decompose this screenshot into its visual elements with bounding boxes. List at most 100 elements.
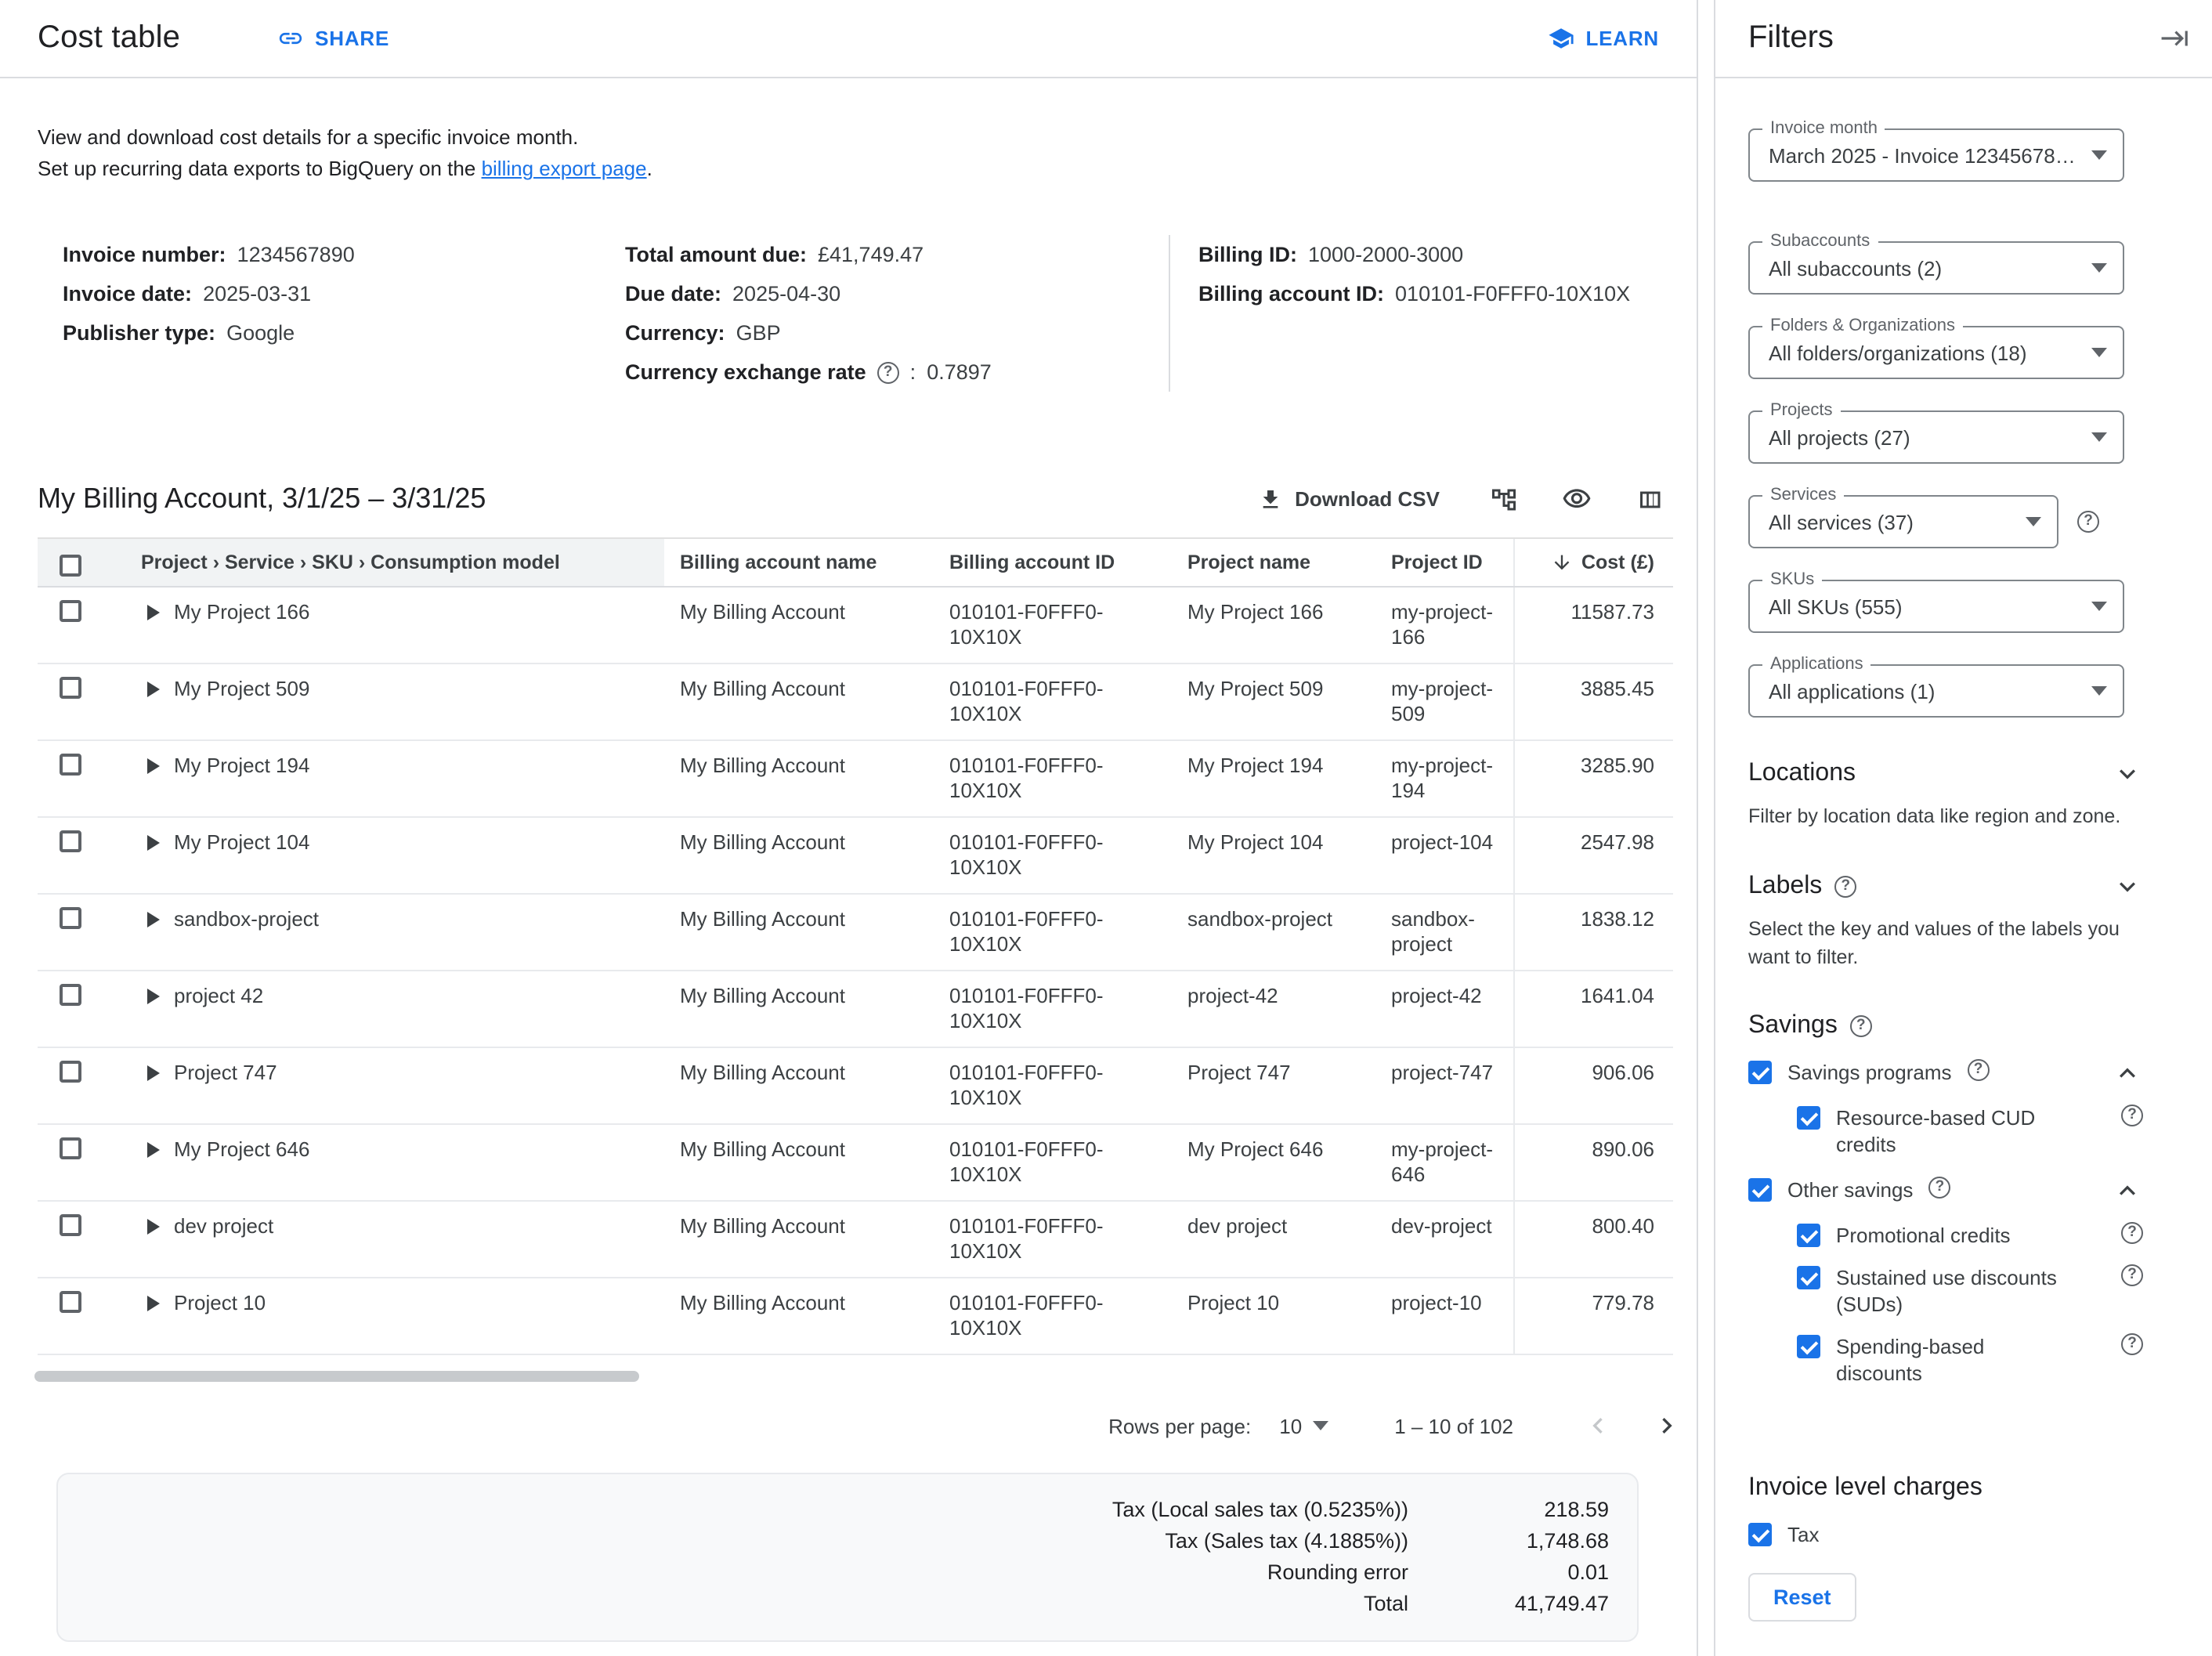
folders-organizations-dropdown[interactable]: Folders & Organizations All folders/orga… (1748, 326, 2124, 379)
promotional-credits-checkbox[interactable] (1797, 1224, 1820, 1247)
sustained-use-discounts-checkbox[interactable] (1797, 1266, 1820, 1289)
services-dropdown[interactable]: Services All services (37) (1748, 495, 2058, 548)
dropdown-arrow-icon (2091, 150, 2107, 160)
other-savings-row: Other savings (1748, 1177, 2143, 1206)
cell-billing-account-name: My Billing Account (664, 663, 934, 740)
total-row-label: Tax (Local sales tax (0.5235%)) (1112, 1495, 1408, 1526)
chart-icon[interactable] (1490, 485, 1518, 513)
share-button[interactable]: SHARE (277, 25, 389, 52)
row-checkbox[interactable] (60, 677, 81, 699)
row-group-name[interactable]: dev project (174, 1214, 273, 1239)
expand-row-icon[interactable] (147, 1296, 160, 1311)
reset-button[interactable]: Reset (1748, 1573, 1856, 1622)
columns-icon[interactable] (1636, 485, 1664, 513)
invoice-summary-col1: Invoice number:1234567890 Invoice date:2… (63, 235, 625, 392)
learn-button[interactable]: LEARN (1548, 25, 1659, 52)
expand-row-icon[interactable] (147, 758, 160, 774)
expand-row-icon[interactable] (147, 1065, 160, 1081)
rows-per-page-select[interactable]: 10 (1279, 1414, 1328, 1437)
row-group-name[interactable]: My Project 104 (174, 830, 309, 855)
labels-section-header[interactable]: Labels (1748, 871, 2143, 902)
help-icon[interactable] (2121, 1333, 2143, 1355)
row-checkbox[interactable] (60, 600, 81, 622)
help-icon[interactable] (877, 361, 899, 383)
row-checkbox[interactable] (60, 984, 81, 1006)
row-checkbox[interactable] (60, 830, 81, 852)
main-column: Cost table SHARE LEARN View and download… (0, 0, 1698, 1656)
page-title: Cost table (38, 20, 180, 56)
cell-project-name: sandbox-project (1172, 894, 1375, 971)
help-icon[interactable] (2121, 1105, 2143, 1126)
download-csv-button[interactable]: Download CSV (1257, 486, 1440, 512)
col-cost[interactable]: Cost (£) (1513, 538, 1673, 587)
help-icon[interactable] (2121, 1222, 2143, 1244)
collapse-panel-icon[interactable] (2160, 24, 2190, 53)
invoice-summary-col2: Total amount due:£41,749.47 Due date:202… (625, 235, 1169, 392)
row-group-name[interactable]: sandbox-project (174, 907, 319, 932)
row-checkbox[interactable] (60, 754, 81, 776)
help-icon[interactable] (2121, 1264, 2143, 1286)
row-checkbox[interactable] (60, 1137, 81, 1159)
resource-cud-credits-checkbox[interactable] (1797, 1106, 1820, 1130)
row-checkbox[interactable] (60, 1291, 81, 1313)
expand-row-icon[interactable] (147, 1219, 160, 1235)
col-project-name[interactable]: Project name (1172, 538, 1375, 587)
chevron-down-icon[interactable] (2112, 871, 2143, 902)
row-checkbox[interactable] (60, 1061, 81, 1083)
other-savings-checkbox[interactable] (1748, 1178, 1772, 1202)
next-page-button[interactable] (1651, 1410, 1682, 1441)
help-icon[interactable] (1850, 1015, 1872, 1037)
row-group-name[interactable]: My Project 194 (174, 754, 309, 779)
cell-project-name: project-42 (1172, 971, 1375, 1047)
visibility-icon[interactable] (1562, 484, 1592, 514)
col-billing-account-name[interactable]: Billing account name (664, 538, 934, 587)
expand-row-icon[interactable] (147, 989, 160, 1004)
dropdown-arrow-icon (1313, 1421, 1328, 1430)
horizontal-scrollbar-thumb[interactable] (34, 1371, 639, 1382)
expand-row-icon[interactable] (147, 912, 160, 927)
help-icon[interactable] (1834, 876, 1856, 898)
subaccounts-dropdown[interactable]: Subaccounts All subaccounts (2) (1748, 241, 2124, 295)
applications-dropdown[interactable]: Applications All applications (1) (1748, 664, 2124, 718)
expand-row-icon[interactable] (147, 1142, 160, 1158)
row-group-name[interactable]: Project 10 (174, 1291, 266, 1316)
filters-panel: Filters Invoice month March 2025 - Invoi… (1714, 0, 2212, 1656)
help-icon[interactable] (1968, 1059, 1990, 1081)
select-all-checkbox[interactable] (60, 555, 81, 577)
row-group-name[interactable]: project 42 (174, 984, 263, 1009)
row-group-name[interactable]: My Project 166 (174, 600, 309, 625)
page-header: Cost table SHARE LEARN (0, 0, 1697, 78)
help-icon[interactable] (2077, 511, 2099, 533)
locations-section-header[interactable]: Locations (1748, 758, 2143, 790)
invoice-month-dropdown[interactable]: Invoice month March 2025 - Invoice 12345… (1748, 128, 2124, 182)
cell-billing-account-id: 010101-F0FFF0-10X10X (934, 740, 1172, 817)
previous-page-button[interactable] (1582, 1410, 1614, 1441)
total-row-value: 1,748.68 (1408, 1526, 1609, 1557)
help-icon[interactable] (1928, 1177, 1950, 1199)
publisher-type-label: Publisher type: (63, 321, 215, 345)
col-project-id[interactable]: Project ID (1375, 538, 1513, 587)
row-group-name[interactable]: My Project 646 (174, 1137, 309, 1162)
expand-row-icon[interactable] (147, 605, 160, 620)
skus-dropdown[interactable]: SKUs All SKUs (555) (1748, 580, 2124, 633)
spending-based-discounts-checkbox[interactable] (1797, 1335, 1820, 1358)
chevron-up-icon[interactable] (2112, 1058, 2143, 1089)
col-billing-account-id[interactable]: Billing account ID (934, 538, 1172, 587)
billing-export-link[interactable]: billing export page (482, 157, 647, 180)
chevron-up-icon[interactable] (2112, 1175, 2143, 1206)
row-group-name[interactable]: Project 747 (174, 1061, 277, 1086)
savings-programs-checkbox[interactable] (1748, 1061, 1772, 1084)
row-group-name[interactable]: My Project 509 (174, 677, 309, 702)
chevron-down-icon[interactable] (2112, 758, 2143, 790)
expand-row-icon[interactable] (147, 682, 160, 697)
tax-checkbox[interactable] (1748, 1523, 1772, 1546)
row-checkbox[interactable] (60, 1214, 81, 1236)
projects-dropdown[interactable]: Projects All projects (27) (1748, 410, 2124, 464)
total-row-label: Tax (Sales tax (4.1885%)) (1165, 1526, 1408, 1557)
col-project-service-sku[interactable]: Project › Service › SKU › Consumption mo… (125, 538, 664, 587)
expand-row-icon[interactable] (147, 835, 160, 851)
row-checkbox[interactable] (60, 907, 81, 929)
cell-project-name: My Project 104 (1172, 817, 1375, 894)
cell-cost: 1641.04 (1513, 971, 1673, 1047)
pagination: Rows per page: 10 1 – 10 of 102 (38, 1410, 1682, 1441)
